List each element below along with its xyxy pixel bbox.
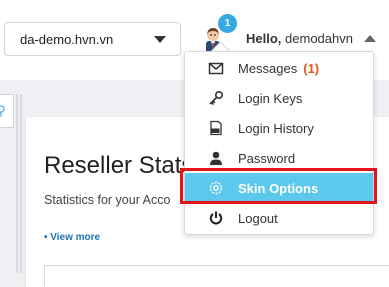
log-icon [210, 120, 222, 136]
greeting-label: Hello, [246, 31, 282, 46]
menu-item-logout[interactable]: Logout [185, 203, 373, 233]
chevron-down-icon [154, 36, 166, 43]
panel-divider [20, 94, 22, 273]
page-subtitle: Statistics for your Acco [44, 193, 171, 207]
menu-item-label: Password [238, 151, 296, 166]
page-title: Reseller Stats [44, 152, 194, 179]
domain-selector[interactable]: da-demo.hvn.vn [4, 22, 181, 56]
menu-item-login-keys[interactable]: Login Keys [185, 83, 373, 113]
unread-count-badge: (1) [303, 61, 320, 76]
key-icon [209, 90, 224, 106]
search-button[interactable]: ⚲ [0, 94, 14, 128]
chevron-up-icon[interactable] [364, 35, 376, 42]
power-icon [209, 211, 223, 225]
highlight-annotation [180, 168, 377, 204]
menu-item-label: Messages [238, 61, 298, 76]
view-more-link[interactable]: • View more [44, 232, 100, 243]
panel-divider [16, 94, 18, 273]
username-label: demodahvn [285, 31, 353, 46]
menu-item-login-history[interactable]: Login History [185, 113, 373, 143]
menu-item-messages[interactable]: Messages (1) [185, 53, 373, 83]
search-icon: ⚲ [0, 103, 6, 118]
envelope-icon [208, 62, 224, 75]
user-dropdown-menu: Messages (1) Login Keys Login History Pas… [184, 51, 374, 235]
menu-item-label: Login History [238, 121, 314, 136]
user-menu-toggle[interactable]: Hello, demodahvn [246, 31, 353, 46]
menu-item-label: Login Keys [238, 91, 303, 106]
notification-badge: 1 [218, 14, 237, 33]
menu-item-label: Logout [238, 211, 278, 226]
user-silhouette-icon [210, 151, 222, 165]
domain-selector-value: da-demo.hvn.vn [20, 32, 114, 47]
stats-panel [44, 265, 389, 286]
